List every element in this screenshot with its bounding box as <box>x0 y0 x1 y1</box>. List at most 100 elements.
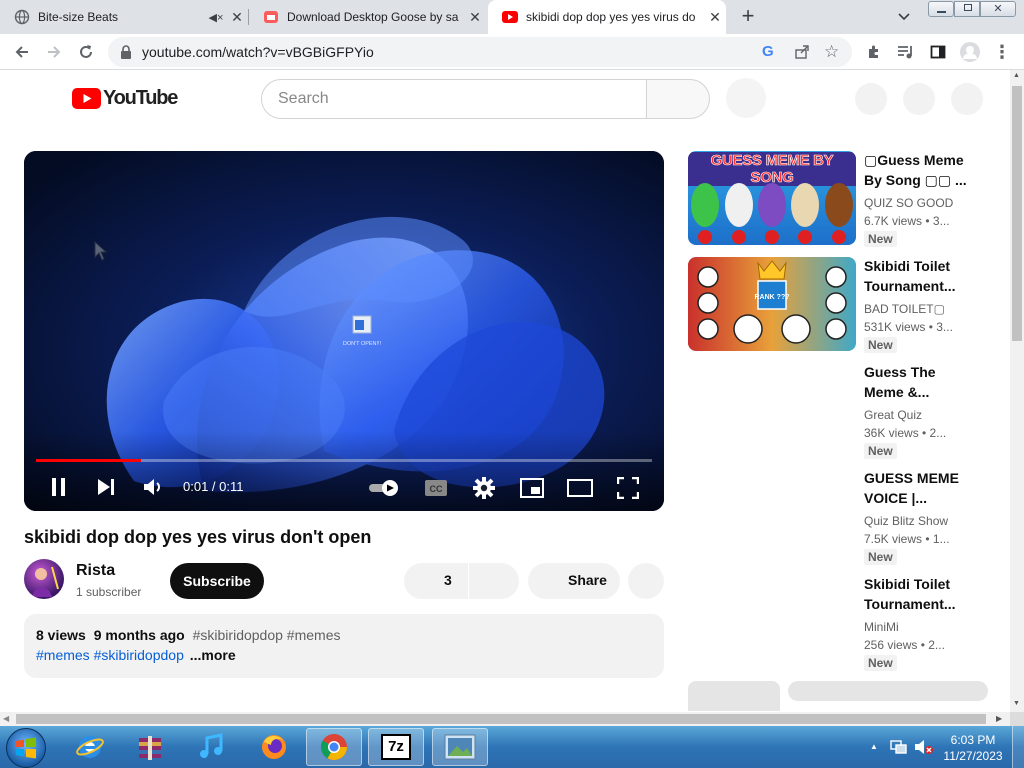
dislike-button[interactable] <box>469 563 519 599</box>
voice-search-button[interactable] <box>726 78 766 118</box>
next-button[interactable] <box>96 477 116 502</box>
url-text[interactable]: youtube.com/watch?v=vBGBiGFPYio <box>142 44 374 60</box>
scroll-right-arrow-icon[interactable]: ▶ <box>996 714 1002 723</box>
video-thumbnail[interactable]: GUESS MEME BY SONG <box>688 151 856 245</box>
internet-explorer-taskbar-icon[interactable] <box>62 728 118 766</box>
side-panel-icon[interactable] <box>926 40 950 64</box>
minimize-window-button[interactable] <box>928 1 954 17</box>
channel-avatar[interactable] <box>24 559 64 599</box>
address-bar[interactable]: youtube.com/watch?v=vBGBiGFPYio G ☆ <box>108 37 852 67</box>
desktop-shortcut[interactable]: DON'T OPEN!!! <box>342 315 382 348</box>
new-tab-button[interactable]: + <box>736 4 760 28</box>
start-button[interactable] <box>6 728 46 768</box>
lock-icon[interactable] <box>120 45 132 64</box>
notifications-button[interactable] <box>903 83 935 115</box>
more-actions-button[interactable] <box>628 563 664 599</box>
recommendation-channel[interactable]: MiniMi <box>864 620 899 634</box>
autoplay-toggle[interactable] <box>368 479 402 502</box>
vertical-scroll-thumb[interactable] <box>1012 86 1022 341</box>
theater-mode-button[interactable] <box>567 479 593 502</box>
close-tab-icon[interactable]: ✕ <box>464 9 486 26</box>
create-button[interactable] <box>855 83 887 115</box>
recommendation-channel[interactable]: Quiz Blitz Show <box>864 514 948 528</box>
chrome-taskbar-icon[interactable] <box>306 728 362 766</box>
miniplayer-button[interactable] <box>520 478 544 503</box>
recommendation-title[interactable]: Guess The Meme &... <box>864 362 964 402</box>
extensions-puzzle-icon[interactable] <box>862 40 886 64</box>
scroll-left-arrow-icon[interactable]: ◀ <box>3 714 9 723</box>
network-icon[interactable] <box>890 739 908 760</box>
recommendation-channel[interactable]: QUIZ SO GOOD <box>864 196 953 210</box>
subscribe-button[interactable]: Subscribe <box>170 563 264 599</box>
subtitles-button[interactable]: CC <box>424 479 448 502</box>
youtube-logo[interactable]: YouTube <box>72 87 178 110</box>
show-hidden-icons-arrow[interactable]: ▲ <box>870 742 878 751</box>
like-button[interactable]: 3 <box>404 563 468 599</box>
horizontal-scrollbar[interactable]: ◀ ▶ <box>0 712 1010 726</box>
recommendation-item[interactable]: GUESS MEME BY SONG ▢Guess Meme By Song ▢… <box>688 151 988 251</box>
media-control-icon[interactable] <box>894 40 918 64</box>
progress-bar[interactable] <box>36 459 652 462</box>
reload-icon[interactable] <box>74 40 98 64</box>
share-page-icon[interactable] <box>794 44 810 65</box>
view-count: 8 views <box>36 627 86 643</box>
description-box[interactable]: 8 views 9 months ago #skibiridopdop #mem… <box>24 614 664 678</box>
clock[interactable]: 6:03 PM 11/27/2023 <box>938 732 1008 764</box>
vertical-scrollbar[interactable]: ▲ ▼ <box>1010 70 1024 712</box>
recommendations-list: GUESS MEME BY SONG ▢Guess Meme By Song ▢… <box>688 151 988 711</box>
recommendation-item[interactable]: GUESS MEME VOICE |... Quiz Blitz Show 7.… <box>688 469 988 569</box>
seven-zip-taskbar-icon[interactable]: 7z <box>368 728 424 766</box>
show-desktop-button[interactable] <box>1012 726 1024 768</box>
recommendation-title[interactable]: Skibidi Toilet Tournament... <box>864 256 964 296</box>
channel-name[interactable]: Rista <box>76 562 115 580</box>
recommendation-channel[interactable]: BAD TOILET▢ <box>864 302 945 316</box>
search-box[interactable]: Search <box>261 79 647 119</box>
tab-desktop-goose[interactable]: Download Desktop Goose by sa ✕ <box>249 0 486 34</box>
like-count: 3 <box>444 572 452 588</box>
volume-muted-icon[interactable] <box>914 739 934 760</box>
hashtags-link[interactable]: #memes #skibiridopdop <box>36 647 184 663</box>
video-player[interactable]: DON'T OPEN!!! 0:01 / 0:11 CC <box>24 151 664 511</box>
tab-bite-size-beats[interactable]: Bite-size Beats ◀× ✕ <box>0 0 248 34</box>
video-thumbnail[interactable]: RANK ??? <box>688 257 856 351</box>
pause-button[interactable] <box>50 477 68 502</box>
account-button[interactable] <box>951 83 983 115</box>
settings-button[interactable] <box>472 476 496 505</box>
close-window-button[interactable]: ✕ <box>980 1 1016 17</box>
music-player-taskbar-icon[interactable] <box>184 728 240 766</box>
scroll-up-arrow-icon[interactable]: ▲ <box>1013 72 1020 79</box>
bookmark-star-icon[interactable]: ☆ <box>824 42 839 62</box>
image-viewer-taskbar-icon[interactable] <box>432 728 488 766</box>
close-tab-icon[interactable]: ✕ <box>226 9 248 26</box>
forward-arrow-icon[interactable] <box>42 40 66 64</box>
back-arrow-icon[interactable] <box>10 40 34 64</box>
recommendation-title[interactable]: GUESS MEME VOICE |... <box>864 468 964 508</box>
recommendation-item[interactable]: RANK ??? Skibidi Toilet Tournament... BA… <box>688 257 988 357</box>
firefox-taskbar-icon[interactable] <box>246 728 302 766</box>
search-button[interactable] <box>646 79 710 119</box>
volume-button[interactable] <box>142 477 164 502</box>
share-button[interactable]: Share <box>528 563 620 599</box>
show-more-link[interactable]: ...more <box>190 647 236 663</box>
profile-avatar-icon[interactable] <box>958 40 982 64</box>
winrar-taskbar-icon[interactable] <box>122 728 178 766</box>
recommendation-item[interactable]: Skibidi Toilet Tournament... MiniMi 256 … <box>688 575 988 675</box>
tab-skibidi[interactable]: skibidi dop dop yes yes virus do ✕ <box>488 0 726 34</box>
close-tab-icon[interactable]: ✕ <box>704 9 726 26</box>
chrome-menu-icon[interactable]: ⋮ <box>990 40 1014 64</box>
horizontal-scroll-thumb[interactable] <box>16 714 986 724</box>
speaker-muted-icon[interactable]: ◀× <box>206 11 226 24</box>
new-badge: New <box>864 231 897 247</box>
new-badge: New <box>864 549 897 565</box>
hashtags-top[interactable]: #skibiridopdop #memes <box>193 627 341 643</box>
recommendation-item[interactable]: Guess The Meme &... Great Quiz 36K views… <box>688 363 988 463</box>
recommendation-channel[interactable]: Great Quiz <box>864 408 922 422</box>
subscriber-count: 1 subscriber <box>76 585 142 599</box>
recommendation-title[interactable]: Skibidi Toilet Tournament... <box>864 574 964 614</box>
recommendation-title[interactable]: ▢Guess Meme By Song ▢▢ ... <box>864 150 974 190</box>
maximize-window-button[interactable] <box>954 1 980 17</box>
fullscreen-button[interactable] <box>616 476 640 504</box>
tab-search-icon[interactable] <box>896 8 914 26</box>
scroll-down-arrow-icon[interactable]: ▼ <box>1013 700 1020 707</box>
google-lens-icon[interactable]: G <box>762 43 774 60</box>
